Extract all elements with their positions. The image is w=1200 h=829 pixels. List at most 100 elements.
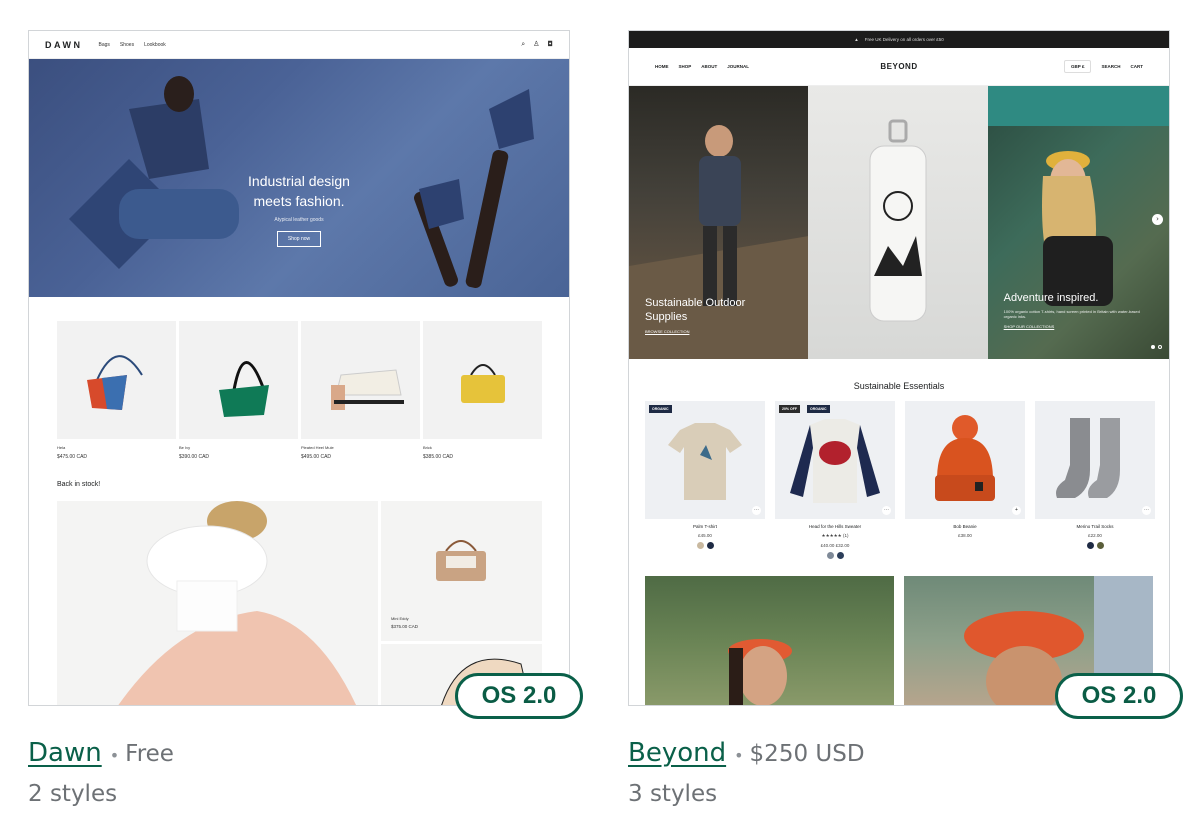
theme-preview-beyond[interactable]: ▲ Free UK Delivery on all orders over £5…	[628, 30, 1170, 706]
preview-nav: HOME SHOP ABOUT JOURNAL	[655, 64, 749, 69]
product-name: Be Ivy	[179, 445, 191, 450]
theme-name-link[interactable]: Dawn	[28, 735, 102, 771]
bottle-image	[869, 119, 927, 322]
bag-image	[436, 540, 486, 581]
preview-header: DAWN Bags Shoes Lookbook ⌕ ♙ ◘	[29, 31, 569, 59]
more-icon: ⋯	[1142, 506, 1151, 515]
color-swatches	[775, 552, 895, 559]
add-icon: +	[1012, 506, 1021, 515]
product-price: $495.00 CAD	[301, 454, 332, 460]
product-card: ORGANIC ⋯ Palm T-shirt £45.00	[645, 401, 765, 559]
person-cap-image	[728, 639, 792, 705]
product-card: Hela $475.00 CAD	[57, 321, 176, 460]
preview-hero: Industrial design meets fashion. Atypica…	[29, 59, 569, 297]
separator-dot: •	[734, 746, 744, 765]
model-image	[118, 501, 357, 705]
slide-text: 100% organic cotton T-shirts, hand scree…	[1003, 309, 1140, 319]
slide-title: Sustainable Outdoor	[645, 297, 746, 309]
sweater-image	[790, 418, 880, 503]
os2-badge: OS 2.0	[455, 673, 583, 719]
product-grid: Hela $475.00 CAD Be Ivy $390.00 CAD Plea…	[57, 321, 542, 460]
bag-image	[218, 361, 269, 417]
socks-image	[1056, 418, 1120, 498]
product-tag: ORGANIC	[649, 405, 672, 413]
product-price: £38.00	[958, 533, 972, 538]
preview-header-icons: ⌕ ♙ ◘	[521, 40, 553, 49]
hero-slide-2	[808, 86, 988, 359]
beanie-image	[935, 415, 995, 501]
hero-slide-1: Sustainable Outdoor Supplies BROWSE COLL…	[629, 86, 809, 359]
mountain-icon: ▲	[854, 37, 859, 42]
preview-nav-item: Bags	[98, 41, 110, 48]
product-name: Mini Eddy	[391, 616, 409, 621]
product-price: $375.00 CAD	[391, 624, 419, 629]
product-card: + Bob Beanie £38.00	[905, 401, 1025, 559]
product-name: Hela	[57, 445, 66, 450]
more-icon: ⋯	[752, 506, 761, 515]
product-card: Brick $385.00 CAD	[423, 321, 542, 460]
product-name: Palm T-shirt	[693, 524, 717, 529]
color-swatch	[836, 552, 844, 559]
preview-hero-slideshow: Sustainable Outdoor Supplies BROWSE COLL…	[629, 86, 1169, 359]
announcement-text: Free UK Delivery on all orders over £50	[864, 37, 944, 42]
preview-nav-item: HOME	[655, 64, 669, 69]
slide-dot	[1157, 345, 1162, 349]
preview-nav-item: JOURNAL	[727, 64, 750, 69]
theme-name-link[interactable]: Beyond	[628, 735, 726, 771]
product-name: Bob Beanie	[953, 524, 977, 529]
hero-subtitle: Atypical leather goods	[274, 217, 324, 223]
theme-meta-dawn: Dawn • Free 2 styles	[28, 735, 174, 812]
currency-select: GBP £	[1064, 60, 1092, 73]
product-price: £22.00	[1088, 533, 1102, 538]
cart-link: CART	[1130, 64, 1144, 69]
search-link: SEARCH	[1101, 64, 1121, 69]
product-card: Pleated Heel Mule $495.00 CAD	[301, 321, 420, 460]
lifestyle-image-1	[645, 576, 894, 705]
bag-image	[460, 364, 505, 403]
theme-styles-count: 2 styles	[28, 781, 118, 807]
preview-nav: Bags Shoes Lookbook	[99, 42, 166, 48]
slide-link: BROWSE COLLECTION	[645, 329, 690, 334]
product-name: Head for the Hills Sweater	[808, 524, 862, 529]
product-name: Merino Trail Socks	[1076, 524, 1114, 529]
product-price: $385.00 CAD	[423, 454, 454, 460]
product-rating: ★★★★★ (1)	[821, 533, 849, 538]
preview-nav-item: Lookbook	[144, 41, 166, 48]
slide-title-line2: Supplies	[645, 311, 688, 323]
color-swatch	[706, 542, 714, 549]
preview-header-right: GBP £ SEARCH CART	[1064, 60, 1143, 73]
theme-card-beyond[interactable]: ▲ Free UK Delivery on all orders over £5…	[628, 30, 1183, 719]
product-name: Brick	[423, 445, 432, 450]
hero-title: Industrial design	[248, 173, 350, 189]
theme-card-dawn[interactable]: DAWN Bags Shoes Lookbook ⌕ ♙ ◘ Industria…	[28, 30, 583, 719]
color-swatch	[1096, 542, 1104, 549]
product-price: £45.00	[698, 533, 712, 538]
separator-dot: •	[109, 746, 120, 765]
theme-styles-count: 3 styles	[628, 781, 718, 807]
product-card: ⋯ Merino Trail Socks £22.00	[1035, 401, 1155, 559]
product-card: Be Ivy $390.00 CAD	[179, 321, 298, 460]
slide-link: SHOP OUR COLLECTIONS	[1003, 324, 1055, 329]
hero-title-line2: meets fashion.	[253, 193, 345, 209]
product-grid: ORGANIC ⋯ Palm T-shirt £45.00 20% OFF OR…	[645, 401, 1155, 559]
announcement-bar: ▲ Free UK Delivery on all orders over £5…	[629, 31, 1169, 48]
theme-preview-dawn[interactable]: DAWN Bags Shoes Lookbook ⌕ ♙ ◘ Industria…	[28, 30, 570, 706]
search-icon: ⌕	[521, 40, 526, 48]
product-tag: ORGANIC	[807, 405, 830, 413]
bag-image	[86, 355, 143, 410]
product-price: $390.00 CAD	[179, 454, 210, 460]
preview-logo: DAWN	[45, 39, 83, 50]
color-swatch	[826, 552, 834, 559]
feature-product-card: Mini Eddy $375.00 CAD	[381, 501, 542, 641]
preview-nav-item: SHOP	[678, 64, 692, 69]
account-icon: ♙	[533, 40, 540, 48]
hero-button: Shop now	[276, 231, 322, 247]
preview-header: HOME SHOP ABOUT JOURNAL BEYOND GBP £ SEA…	[629, 48, 1169, 86]
feature-image	[57, 501, 378, 705]
product-name: Pleated Heel Mule	[301, 445, 334, 450]
theme-price: $250 USD	[749, 741, 865, 767]
product-price: $475.00 CAD	[57, 454, 88, 460]
theme-price: Free	[125, 741, 174, 767]
color-swatches	[645, 542, 765, 549]
color-swatch	[1086, 542, 1094, 549]
